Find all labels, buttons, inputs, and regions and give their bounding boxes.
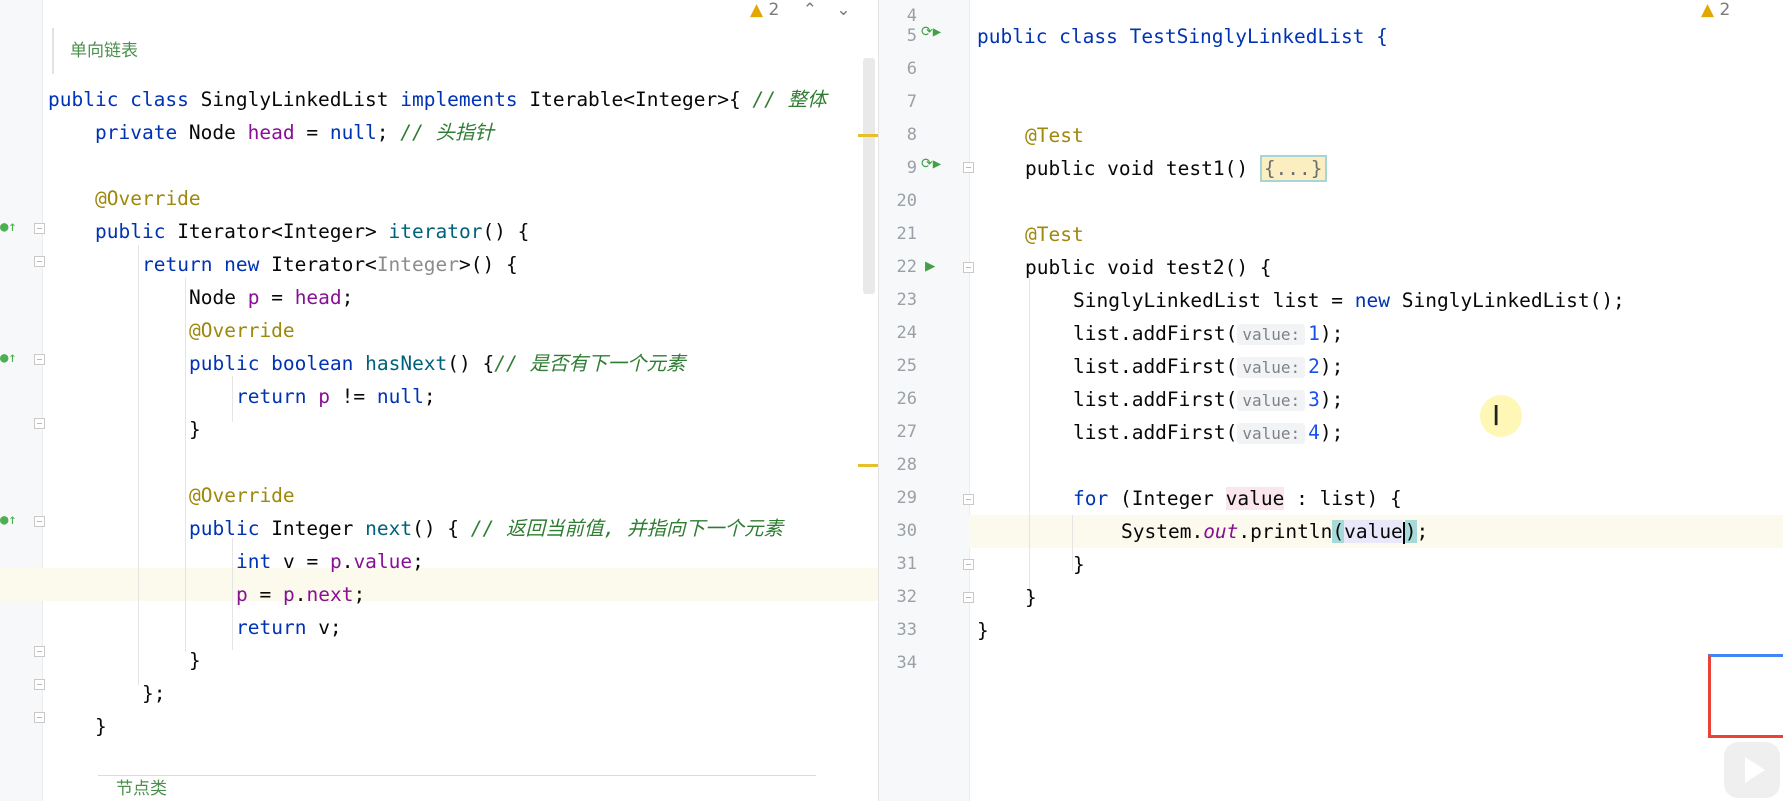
code-line-23[interactable]: SinglyLinkedList list = new SinglyLinked…: [1073, 284, 1625, 317]
code-line[interactable]: int v = p.value;: [236, 545, 424, 578]
right-editor-pane[interactable]: ▲ 2 4 5 6 7 8 9 20 21 22 23 24 25 26 27 28 29 30 31 32 33 34…: [878, 0, 1783, 801]
line-number: 31: [896, 554, 917, 574]
fold-icon[interactable]: [34, 354, 45, 365]
code-line[interactable]: public Integer next() { // 返回当前值, 并指向下一个…: [189, 512, 783, 545]
code-line[interactable]: private Node head = null; // 头指针: [95, 116, 494, 149]
line-number: 9: [906, 158, 917, 178]
fold-icon[interactable]: [34, 256, 45, 267]
fold-icon[interactable]: [963, 262, 974, 273]
fold-icon[interactable]: [34, 712, 45, 723]
code-line[interactable]: return p != null;: [236, 380, 436, 413]
parameter-hint: value:: [1237, 423, 1306, 444]
warning-triangle-icon: ▲: [1701, 0, 1715, 20]
fold-icon[interactable]: [963, 494, 974, 505]
code-line-9[interactable]: public void test1() {...}: [1025, 152, 1327, 185]
line-number: 29: [896, 488, 917, 508]
indent-guide: [232, 376, 233, 422]
line-number: 23: [896, 290, 917, 310]
override-gutter-icon[interactable]: ●↑: [0, 350, 17, 366]
code-line-29[interactable]: for (Integer value : list) {: [1073, 482, 1402, 515]
code-line-add-first[interactable]: list.addFirst(value: 3);: [1073, 383, 1343, 416]
code-line-add-first[interactable]: list.addFirst(value: 2);: [1073, 350, 1343, 383]
folded-region[interactable]: {...}: [1259, 155, 1327, 182]
code-line[interactable]: };: [142, 677, 165, 710]
parameter-hint: value:: [1237, 390, 1306, 411]
code-line-30[interactable]: System.out.println(value);: [1121, 515, 1428, 548]
mouse-cursor-highlight: I: [1480, 395, 1522, 437]
line-number: 7: [906, 92, 917, 112]
code-line-add-first[interactable]: list.addFirst(value: 1);: [1073, 317, 1343, 350]
code-line[interactable]: public boolean hasNext() {// 是否有下一个元素: [189, 347, 686, 380]
code-line-add-first[interactable]: list.addFirst(value: 4);: [1073, 416, 1343, 449]
play-button[interactable]: [1724, 742, 1780, 798]
line-number: 22: [896, 257, 917, 277]
left-warning-indicator[interactable]: ▲ 2 ⌃ ⌄: [750, 0, 851, 20]
indent-guide: [138, 245, 139, 685]
line-number: 33: [896, 620, 917, 640]
code-line[interactable]: public class SinglyLinkedList implements…: [48, 83, 827, 116]
fold-icon[interactable]: [34, 223, 45, 234]
code-line[interactable]: @Override: [95, 182, 201, 215]
run-icon[interactable]: ▶: [925, 256, 935, 276]
line-number: 32: [896, 587, 917, 607]
indent-guide: [1029, 277, 1030, 602]
code-line-33[interactable]: }: [977, 614, 989, 647]
line-number: 25: [896, 356, 917, 376]
doc-comment: 单向链表: [52, 28, 138, 74]
run-test-icon[interactable]: ⟳▶: [921, 156, 941, 172]
line-number: 8: [906, 125, 917, 145]
code-line[interactable]: }: [189, 644, 201, 677]
left-scrollbar[interactable]: [863, 58, 875, 294]
parameter-hint: value:: [1237, 324, 1306, 345]
fold-icon[interactable]: [34, 516, 45, 527]
run-class-icon[interactable]: ⟳▶: [921, 24, 941, 40]
right-warning-indicator[interactable]: ▲ 2: [1701, 0, 1730, 20]
fold-icon[interactable]: [34, 679, 45, 690]
line-number: 28: [896, 455, 917, 475]
warning-stripe[interactable]: [858, 134, 878, 137]
code-line[interactable]: return v;: [236, 611, 342, 644]
code-line[interactable]: public Iterator<Integer> iterator() {: [95, 215, 529, 248]
line-number: 5: [906, 26, 917, 46]
indent-guide: [232, 538, 233, 650]
code-line[interactable]: @Override: [189, 479, 295, 512]
override-gutter-icon[interactable]: ●↑: [0, 512, 17, 528]
chevron-up-icon[interactable]: ⌃: [803, 0, 817, 20]
chevron-down-icon[interactable]: ⌄: [836, 0, 850, 20]
code-line[interactable]: }: [189, 413, 201, 446]
line-number: 24: [896, 323, 917, 343]
fold-icon[interactable]: [963, 559, 974, 570]
fold-icon[interactable]: [34, 418, 45, 429]
line-number: 26: [896, 389, 917, 409]
override-gutter-icon[interactable]: ●↑: [0, 219, 17, 235]
current-line-highlight: [0, 568, 878, 601]
code-line[interactable]: return new Iterator<Integer>() {: [142, 248, 518, 281]
line-number: 21: [896, 224, 917, 244]
indent-guide: [185, 278, 186, 652]
code-line[interactable]: Node p = head;: [189, 281, 353, 314]
webcam-overlay: [1708, 654, 1783, 738]
code-line[interactable]: @Override: [189, 314, 295, 347]
code-line-31[interactable]: }: [1073, 548, 1085, 581]
code-line-8[interactable]: @Test: [1025, 119, 1084, 152]
fold-icon[interactable]: [963, 162, 974, 173]
code-line-21[interactable]: @Test: [1025, 218, 1084, 251]
line-number: 30: [896, 521, 917, 541]
fold-icon[interactable]: [963, 592, 974, 603]
code-line[interactable]: p = p.next;: [236, 578, 365, 611]
code-line-5[interactable]: public class TestSinglyLinkedList {: [977, 20, 1388, 53]
code-line-22[interactable]: public void test2() {: [1025, 251, 1272, 284]
parameter-hint: value:: [1237, 357, 1306, 378]
warning-triangle-icon: ▲: [750, 0, 764, 20]
fold-icon[interactable]: [34, 646, 45, 657]
line-number: 20: [896, 191, 917, 211]
bottom-doc-comment: 节点类: [98, 775, 816, 801]
line-number: 6: [906, 59, 917, 79]
warning-stripe[interactable]: [858, 464, 878, 467]
left-editor-pane[interactable]: ▲ 2 ⌃ ⌄ 单向链表 public class SinglyLinkedLi…: [0, 0, 878, 801]
line-number: 27: [896, 422, 917, 442]
line-number: 34: [896, 653, 917, 673]
code-line[interactable]: }: [95, 710, 107, 743]
code-line-32[interactable]: }: [1025, 581, 1037, 614]
